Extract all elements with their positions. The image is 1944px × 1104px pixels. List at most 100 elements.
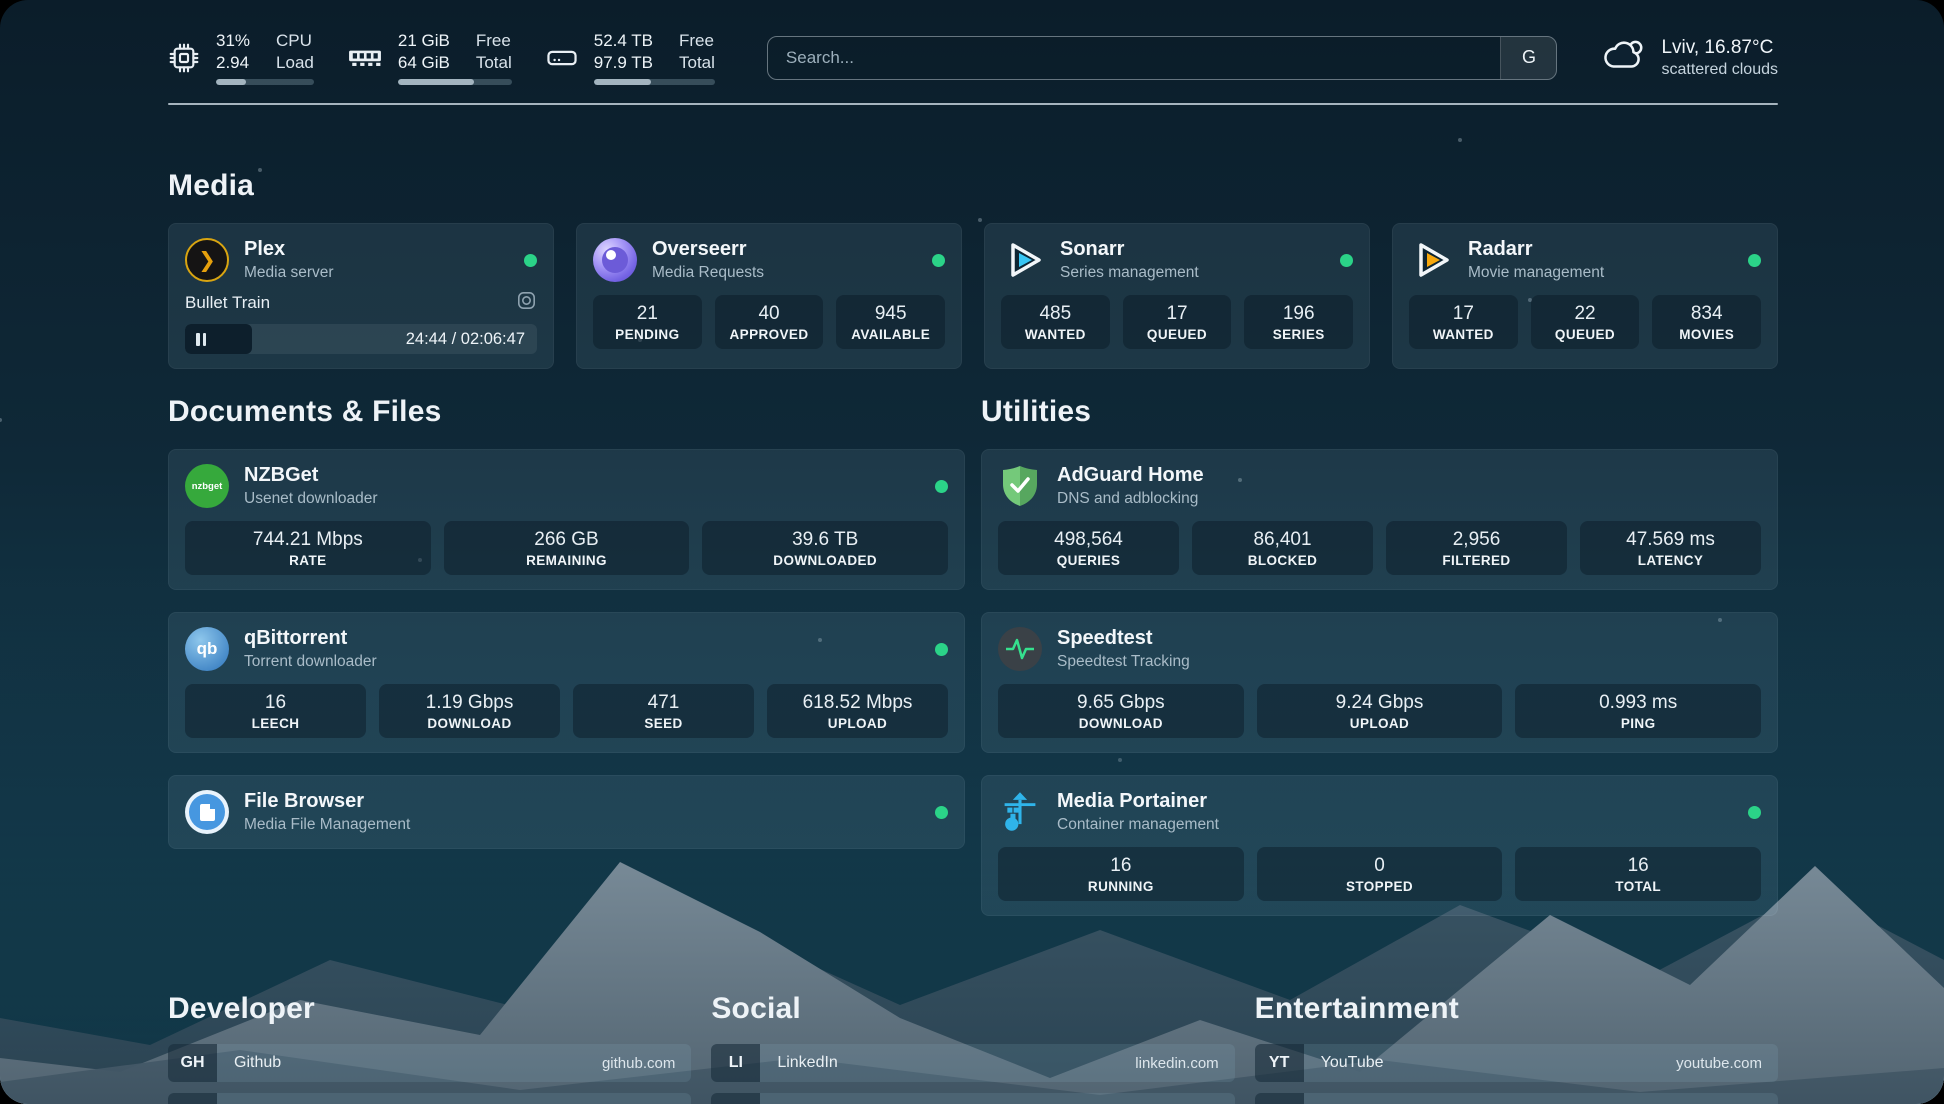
dashboard-screen: 31% 2.94 CPU Load	[0, 0, 1944, 1104]
bookmark-abbr: NF	[1255, 1093, 1304, 1104]
app-description: Series management	[1060, 264, 1199, 282]
app-name: Speedtest	[1057, 627, 1190, 650]
section-utilities: Utilities	[981, 395, 1778, 916]
disk-values: 52.4 TB 97.9 TB	[594, 30, 653, 74]
adguard-logo-icon	[998, 464, 1042, 508]
app-card-overseerr[interactable]: Overseerr Media Requests 21 PENDING 40 A…	[576, 223, 962, 369]
app-description: Torrent downloader	[244, 653, 377, 671]
sonarr-logo-icon	[1001, 238, 1045, 282]
player-settings-icon[interactable]	[516, 290, 537, 316]
app-name: Overseerr	[652, 238, 764, 261]
bookmark-linkedin[interactable]: LI LinkedIn linkedin.com	[711, 1044, 1234, 1082]
stat-upload: 618.52 Mbps UPLOAD	[767, 684, 948, 738]
stat-queued: 17 QUEUED	[1123, 295, 1232, 349]
stat-queries: 498,564 QUERIES	[998, 521, 1179, 575]
memory-labels: Free Total	[476, 30, 512, 74]
app-description: Media File Management	[244, 816, 410, 834]
bookmark-stackoverflow[interactable]: SO StackOverflow stackoverflow.com	[168, 1093, 691, 1104]
section-title-utilities: Utilities	[981, 395, 1778, 429]
bookmark-youtube[interactable]: YT YouTube youtube.com	[1255, 1044, 1778, 1082]
search-input[interactable]	[767, 36, 1558, 80]
app-card-speedtest[interactable]: Speedtest Speedtest Tracking 9.65 Gbps D…	[981, 612, 1778, 753]
stat-download: 9.65 Gbps DOWNLOAD	[998, 684, 1244, 738]
bookmark-url: github.com	[602, 1044, 691, 1082]
app-name: Sonarr	[1060, 238, 1199, 261]
status-online-dot	[1748, 254, 1761, 267]
stat-downloaded: 39.6 TB DOWNLOADED	[702, 521, 948, 575]
scattered-clouds-icon	[1601, 37, 1647, 78]
stat-filtered: 2,956 FILTERED	[1386, 521, 1567, 575]
top-bar: 31% 2.94 CPU Load	[168, 30, 1778, 85]
plex-now-playing: Bullet Train 24:44 / 02:06:47	[185, 290, 537, 354]
bookmark-name: YouTube	[1304, 1044, 1384, 1082]
app-description: Media Requests	[652, 264, 764, 282]
now-playing-title: Bullet Train	[185, 293, 270, 313]
app-card-radarr[interactable]: Radarr Movie management 17 WANTED 22 QUE…	[1392, 223, 1778, 369]
app-name: Plex	[244, 238, 334, 261]
bookmark-netflix[interactable]: NF Netflix netflix.com	[1255, 1093, 1778, 1104]
hard-drive-icon	[546, 42, 578, 74]
section-title-media: Media	[168, 169, 1778, 203]
cpu-widget: 31% 2.94 CPU Load	[168, 30, 314, 85]
bookmark-url: netflix.com	[1690, 1093, 1778, 1104]
status-online-dot	[932, 254, 945, 267]
header-divider	[168, 103, 1778, 105]
stat-series: 196 SERIES	[1244, 295, 1353, 349]
stat-ping: 0.993 ms PING	[1515, 684, 1761, 738]
app-name: AdGuard Home	[1057, 464, 1204, 487]
pause-icon[interactable]	[196, 333, 206, 346]
speedtest-logo-icon	[998, 627, 1042, 671]
bookmark-url: youtube.com	[1676, 1044, 1778, 1082]
stat-latency: 47.569 ms LATENCY	[1580, 521, 1761, 575]
section-title-social: Social	[711, 992, 1234, 1026]
search-provider-button[interactable]: G	[1500, 37, 1556, 79]
app-card-sonarr[interactable]: Sonarr Series management 485 WANTED 17 Q…	[984, 223, 1370, 369]
app-card-filebrowser[interactable]: File Browser Media File Management	[168, 775, 965, 849]
app-card-portainer[interactable]: Media Portainer Container management 16 …	[981, 775, 1778, 916]
bookmark-url: linkedin.com	[1135, 1044, 1234, 1082]
radarr-logo-icon	[1409, 238, 1453, 282]
stat-total: 16 TOTAL	[1515, 847, 1761, 901]
section-title-developer: Developer	[168, 992, 691, 1026]
bookmark-name: Github	[217, 1044, 281, 1082]
playback-progress-bar[interactable]: 24:44 / 02:06:47	[185, 324, 537, 354]
qbittorrent-logo-icon: qb	[185, 627, 229, 671]
app-card-plex[interactable]: ❯ Plex Media server Bullet Train	[168, 223, 554, 369]
app-description: Container management	[1057, 816, 1219, 834]
cpu-labels: CPU Load	[276, 30, 314, 74]
app-card-qbittorrent[interactable]: qb qBittorrent Torrent downloader 16 LEE…	[168, 612, 965, 753]
stat-pending: 21 PENDING	[593, 295, 702, 349]
cpu-icon	[168, 42, 200, 74]
stat-download: 1.19 Gbps DOWNLOAD	[379, 684, 560, 738]
bookmark-group-social: Social LI LinkedIn linkedin.com TW Twitt…	[711, 992, 1234, 1104]
filebrowser-logo-icon	[185, 790, 229, 834]
disk-usage-bar	[594, 79, 715, 85]
stat-queued: 22 QUEUED	[1531, 295, 1640, 349]
bookmark-group-developer: Developer GH Github github.com SO StackO…	[168, 992, 691, 1104]
page-content: 31% 2.94 CPU Load	[0, 0, 1944, 1104]
memory-widget: 21 GiB 64 GiB Free Total	[348, 30, 512, 85]
section-media: Media ❯ Plex Media server	[168, 169, 1778, 369]
app-card-adguard[interactable]: AdGuard Home DNS and adblocking 498,564 …	[981, 449, 1778, 590]
app-name: Media Portainer	[1057, 790, 1219, 813]
weather-location-temp: Lviv, 16.87°C	[1661, 37, 1778, 59]
section-title-entertainment: Entertainment	[1255, 992, 1778, 1026]
memory-icon	[348, 46, 382, 70]
app-description: DNS and adblocking	[1057, 490, 1204, 508]
overseerr-logo-icon	[593, 238, 637, 282]
stat-seed: 471 SEED	[573, 684, 754, 738]
plex-logo-icon: ❯	[185, 238, 229, 282]
app-name: Radarr	[1468, 238, 1604, 261]
disk-widget: 52.4 TB 97.9 TB Free Total	[546, 30, 715, 85]
bookmark-abbr: GH	[168, 1044, 217, 1082]
bookmark-github[interactable]: GH Github github.com	[168, 1044, 691, 1082]
bookmark-abbr: YT	[1255, 1044, 1304, 1082]
system-widgets: 31% 2.94 CPU Load	[168, 30, 715, 85]
portainer-logo-icon	[998, 790, 1042, 834]
status-online-dot	[1748, 806, 1761, 819]
app-card-nzbget[interactable]: nzbget NZBGet Usenet downloader 744.21 M…	[168, 449, 965, 590]
app-description: Movie management	[1468, 264, 1604, 282]
weather-condition: scattered clouds	[1661, 61, 1778, 79]
status-online-dot	[524, 254, 537, 267]
bookmark-twitter[interactable]: TW Twitter twitter.com	[711, 1093, 1234, 1104]
